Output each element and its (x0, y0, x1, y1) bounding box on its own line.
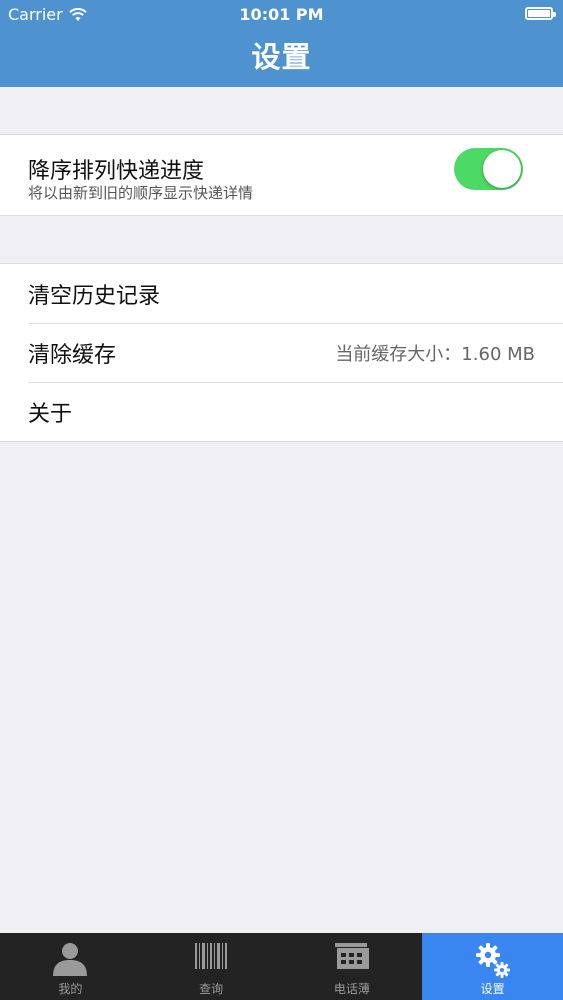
status-bar: Carrier 10:01 PM (0, 0, 563, 28)
clear-cache-row[interactable]: 清除缓存 当前缓存大小：1.60 MB (0, 323, 563, 382)
actions-group: 清空历史记录 清除缓存 当前缓存大小：1.60 MB 关于 (0, 263, 563, 442)
sort-order-switch[interactable] (454, 148, 523, 190)
tab-phonebook[interactable]: 电话薄 (282, 933, 423, 1000)
barcode-icon (195, 943, 228, 969)
sort-settings-group: 降序排列快递进度 将以由新到旧的顺序显示快递详情 (0, 134, 563, 216)
tab-mine-label: 我的 (58, 982, 83, 996)
gears-icon (475, 943, 510, 978)
clear-history-row[interactable]: 清空历史记录 (0, 264, 563, 323)
sort-toggle-title: 降序排列快递进度 (28, 159, 205, 184)
sort-toggle-row[interactable]: 降序排列快递进度 将以由新到旧的顺序显示快递详情 (0, 135, 563, 215)
status-time: 10:01 PM (239, 5, 324, 24)
tab-query-label: 查询 (199, 982, 224, 996)
tab-bar: 我的 查询 电话薄 设置 (0, 933, 563, 1000)
sort-toggle-subtitle: 将以由新到旧的顺序显示快递详情 (28, 184, 254, 202)
tab-phonebook-label: 电话薄 (333, 982, 370, 996)
navigation-header: Carrier 10:01 PM 设置 (0, 0, 563, 87)
battery-icon (525, 7, 556, 20)
tab-mine[interactable]: 我的 (0, 933, 141, 1000)
about-row[interactable]: 关于 (0, 382, 563, 441)
clear-cache-label: 清除缓存 (28, 342, 117, 368)
clear-history-label: 清空历史记录 (28, 283, 161, 309)
tab-query[interactable]: 查询 (141, 933, 282, 1000)
cache-size-value: 当前缓存大小：1.60 MB (335, 343, 535, 365)
person-icon (53, 943, 88, 976)
page-title: 设置 (251, 40, 312, 74)
switch-knob (483, 150, 521, 188)
phonebook-icon (334, 943, 369, 969)
about-label: 关于 (28, 401, 73, 427)
tab-settings[interactable]: 设置 (422, 933, 563, 1000)
tab-settings-label: 设置 (480, 982, 505, 996)
